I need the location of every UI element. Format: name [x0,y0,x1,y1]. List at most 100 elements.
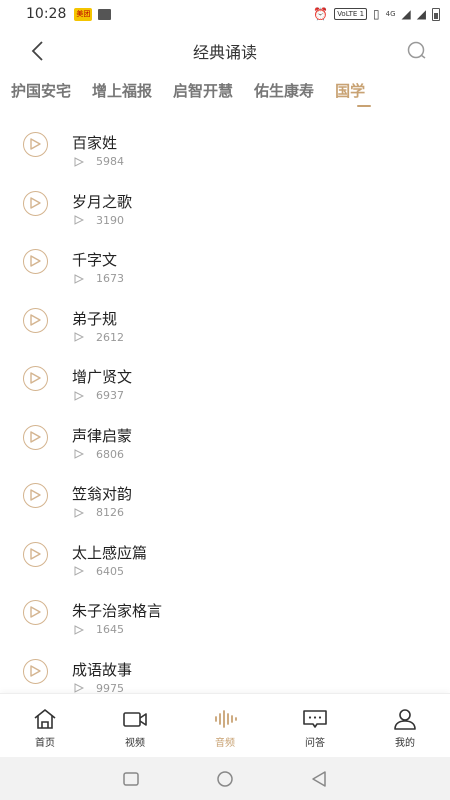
play-count: 5984 [96,155,124,168]
play-count-row: 6937 [74,389,124,402]
play-count: 6806 [96,447,124,461]
play-count-icon [74,507,84,518]
list-item[interactable]: 岁月之歌 3190 [0,174,450,233]
play-count: 1645 [96,623,124,636]
item-title: 声律启蒙 [72,426,133,445]
play-count-row: 6806 [74,448,124,461]
play-count-icon [74,449,84,459]
play-count: 2612 [96,330,124,344]
play-circle-icon[interactable] [23,249,48,274]
item-title: 朱子治家格言 [72,602,163,620]
list-item[interactable]: 千字文 1673 [0,232,450,291]
nav-home[interactable]: 首页 [0,694,90,757]
item-title: 百家姓 [72,134,118,152]
nav-audio[interactable]: 音频 [180,694,270,757]
status-bar: 10:28 美团 ⏰ VoLTE 1 ▯ 4G ◢ ◢ [0,0,450,28]
play-count-icon [74,273,84,284]
play-count-row: 2612 [74,331,124,344]
recent-apps-icon[interactable] [122,770,140,788]
nav-audio-label: 音频 [215,738,235,749]
play-count-icon [74,156,84,167]
play-circle-icon[interactable] [23,658,48,684]
play-count-icon [74,332,84,342]
tab-yousheng-kangshou[interactable]: 佑生康寿 [254,74,314,101]
signal-2-icon: ◢ [416,7,426,21]
play-count-icon [74,683,84,693]
play-circle-icon[interactable] [23,483,48,508]
list-item[interactable]: 笠翁对韵 8126 [0,466,450,525]
search-button[interactable] [406,40,430,64]
play-count-row: 1645 [74,623,124,636]
list-item[interactable]: 增广贤文 6937 [0,349,450,408]
signal-icon: ◢ [401,7,411,21]
alarm-icon: ⏰ [313,7,329,21]
category-tabs: 护国安宅 增上福报 启智开慧 佑生康寿 国学 [0,74,410,108]
item-title: 成语故事 [72,660,133,679]
nav-video[interactable]: 视频 [90,694,180,757]
play-circle-icon[interactable] [23,366,48,391]
chevron-left-icon [31,41,43,61]
audio-list: 百家姓 5984 岁月之歌 3190 千字文 1673 弟子规 2612 增广贤… [0,115,450,700]
bottom-navigation: 首页 视频 音频 问答 我的 [0,693,450,757]
list-item[interactable]: 太上感应篇 6405 [0,525,450,584]
back-button[interactable] [24,38,50,64]
play-circle-icon[interactable] [23,541,48,567]
back-triangle-icon[interactable] [310,770,328,788]
list-item[interactable]: 朱子治家格言 1645 [0,583,450,642]
item-title: 增广贤文 [72,368,133,386]
play-circle-icon[interactable] [23,190,48,216]
tab-zengshang-fubao[interactable]: 增上福报 [92,74,152,101]
audio-wave-icon [215,710,237,728]
nav-profile[interactable]: 我的 [360,694,450,757]
play-count-icon [74,566,84,576]
chat-icon [303,710,327,728]
home-icon [34,709,56,729]
play-circle-icon[interactable] [23,132,48,157]
tab-qizhi-kaihui[interactable]: 启智开慧 [173,74,233,101]
play-circle-icon[interactable] [23,600,48,625]
gallery-notification-icon [98,8,112,20]
item-title: 笠翁对韵 [72,485,133,503]
play-count: 6405 [96,564,124,578]
play-count: 6937 [96,389,124,402]
list-item[interactable]: 弟子规 2612 [0,291,450,350]
nav-qa[interactable]: 问答 [270,694,360,757]
status-indicators: ⏰ VoLTE 1 ▯ 4G ◢ ◢ [313,7,440,21]
play-count-icon [74,215,84,225]
network-type: 4G [385,10,396,18]
tab-huguo-anzhai[interactable]: 护国安宅 [11,74,71,101]
play-count-row: 3190 [74,214,124,227]
play-circle-icon[interactable] [23,307,48,333]
play-circle-icon[interactable] [23,424,48,450]
list-item[interactable]: 成语故事 9975 [0,642,450,701]
list-item[interactable]: 声律启蒙 6806 [0,408,450,467]
item-title: 千字文 [72,251,118,269]
system-navigation-bar [0,757,450,800]
status-time: 10:28 [26,6,67,22]
play-count-icon [74,390,84,401]
active-tab-indicator [357,105,372,107]
item-title: 岁月之歌 [72,192,133,211]
item-title: 太上感应篇 [72,543,148,562]
video-icon [123,712,147,727]
search-icon [407,41,426,59]
list-item[interactable]: 百家姓 5984 [0,115,450,174]
play-count-row: 6405 [74,565,124,578]
nav-profile-label: 我的 [395,738,415,749]
tab-guoxue[interactable]: 国学 [335,74,372,107]
play-count: 8126 [96,506,124,519]
nav-qa-label: 问答 [305,738,325,749]
item-title: 弟子规 [72,309,118,328]
nav-home-label: 首页 [35,738,55,749]
nav-video-label: 视频 [125,738,145,749]
home-circle-icon[interactable] [216,770,234,788]
play-count-row: 5984 [74,155,124,168]
volte-badge: VoLTE 1 [334,8,368,20]
play-count-row: 8126 [74,506,124,519]
play-count: 3190 [96,213,124,227]
top-app-bar: 经典诵读 [0,30,450,72]
user-icon [394,709,416,730]
play-count: 1673 [96,272,124,285]
meituan-app-icon: 美团 [74,7,93,21]
battery-icon [432,7,440,21]
